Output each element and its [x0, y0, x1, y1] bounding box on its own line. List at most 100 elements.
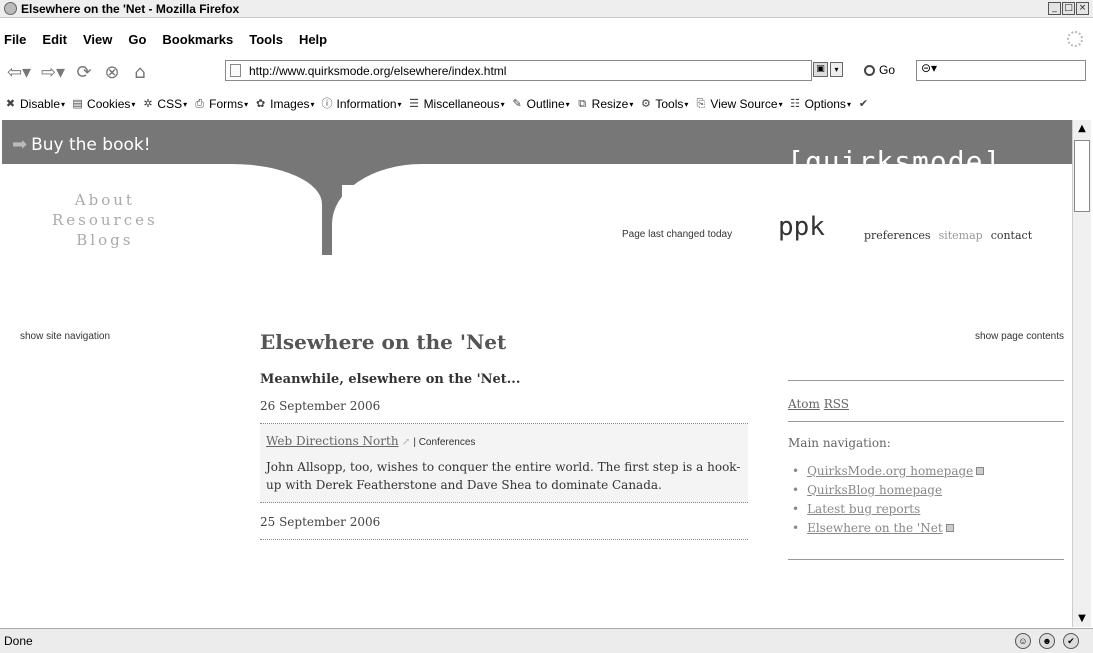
- entry-link[interactable]: Web Directions North: [266, 434, 399, 448]
- disable-icon: ✖: [5, 97, 16, 110]
- devbar-css[interactable]: ✲ CSS ▾: [141, 97, 187, 111]
- outline-icon: ✎: [512, 97, 522, 110]
- scroll-up-icon[interactable]: ▲: [1073, 120, 1091, 137]
- status-bar: Done ☺ ☻ ✔: [0, 628, 1093, 653]
- home-icon[interactable]: ⌂: [126, 60, 154, 84]
- latest-bug-reports-link[interactable]: Latest bug reports: [807, 502, 920, 516]
- page-intro: Meanwhile, elsewhere on the 'Net...: [260, 372, 521, 387]
- quirksmode-homepage-link[interactable]: QuirksMode.org homepage: [807, 464, 973, 478]
- feed-links: Atom RSS: [788, 381, 1064, 422]
- resize-icon: ⧉: [578, 97, 587, 110]
- feed-icon[interactable]: ▣: [813, 62, 828, 77]
- validation-icon[interactable]: ✔: [857, 98, 873, 111]
- throbber-icon: [1067, 31, 1083, 47]
- search-input[interactable]: ⊝▾: [916, 60, 1086, 81]
- close-icon[interactable]: ×: [1076, 2, 1089, 15]
- devbar-outline[interactable]: ✎ Outline ▾: [511, 97, 570, 111]
- menu-help[interactable]: Help: [299, 32, 327, 47]
- page-title: Elsewhere on the 'Net: [260, 330, 507, 354]
- entry-body: John Allsopp, too, wishes to conquer the…: [266, 460, 741, 492]
- nav-blogs[interactable]: Blogs: [52, 230, 158, 250]
- title-bar: Elsewhere on the 'Net - Mozilla Firefox …: [0, 0, 1093, 18]
- list-item: QuirksMode.org homepage: [792, 464, 1064, 478]
- menu-file[interactable]: File: [4, 32, 26, 47]
- devbar-options[interactable]: ☷ Options ▾: [789, 97, 851, 111]
- devbar-tools[interactable]: ⚙ Tools ▾: [639, 97, 688, 111]
- main-navigation-heading: Main navigation:: [788, 436, 891, 450]
- check-icon[interactable]: ✔: [1063, 633, 1079, 649]
- page-viewport: ➡ Buy the book! [quirksmode] About Resou…: [2, 120, 1072, 627]
- devbar-information[interactable]: ⓘ Information ▾: [321, 97, 402, 111]
- devbar-resize[interactable]: ⧉ Resize ▾: [576, 97, 633, 111]
- atom-link[interactable]: Atom: [788, 397, 820, 411]
- list-item: QuirksBlog homepage: [792, 483, 1064, 497]
- devbar-cookies[interactable]: ▤ Cookies ▾: [71, 97, 135, 111]
- menu-view[interactable]: View: [83, 32, 112, 47]
- list-item: Elsewhere on the 'Net: [792, 521, 1064, 535]
- top-links: preferences sitemap contact: [864, 229, 1032, 242]
- web-developer-toolbar: ✖ Disable ▾ ▤ Cookies ▾ ✲ CSS ▾ ⎙ Forms ▾ ✿ Image…: [0, 92, 1093, 116]
- header-curve-left: [2, 164, 322, 294]
- options-icon: ☷: [790, 97, 801, 110]
- external-link-icon: [945, 524, 954, 532]
- divider: [788, 559, 1064, 560]
- devbar-view-source[interactable]: ⎘ View Source ▾: [694, 97, 783, 111]
- vertical-scrollbar[interactable]: ▲ ▼: [1072, 120, 1091, 627]
- stop-icon[interactable]: ⊗: [98, 60, 126, 84]
- nav-resources[interactable]: Resources: [52, 210, 158, 230]
- scroll-thumb[interactable]: [1074, 140, 1090, 212]
- entry-category: | Conferences: [413, 437, 476, 448]
- devbar-images[interactable]: ✿ Images ▾: [254, 97, 314, 111]
- miscellaneous-icon: ☰: [409, 97, 419, 110]
- list-item: Latest bug reports: [792, 502, 1064, 516]
- buy-book-link[interactable]: ➡ Buy the book!: [12, 134, 151, 155]
- page-contents-column: Atom RSS Main navigation: QuirksMode.org…: [788, 380, 1064, 560]
- cookies-icon: ▤: [72, 97, 83, 110]
- view-source-icon: ⎘: [696, 97, 706, 110]
- smiley-icon[interactable]: ☻: [1039, 633, 1055, 649]
- url-dropdown-icon[interactable]: ▾: [830, 62, 843, 77]
- reload-icon[interactable]: ⟳: [70, 60, 98, 84]
- search-engine-icon[interactable]: ⊝▾: [921, 61, 937, 75]
- firefox-status-icon[interactable]: ☺: [1015, 633, 1031, 649]
- menu-bookmarks[interactable]: Bookmarks: [162, 32, 233, 47]
- quirksmode-logo[interactable]: [quirksmode]: [787, 145, 1001, 178]
- contact-link[interactable]: contact: [991, 229, 1032, 242]
- sitemap-link[interactable]: sitemap: [939, 229, 983, 242]
- show-site-navigation-link[interactable]: show site navigation: [20, 331, 110, 342]
- menu-tools[interactable]: Tools: [249, 32, 283, 47]
- devbar-disable[interactable]: ✖ Disable ▾: [4, 97, 65, 111]
- page-icon: [230, 64, 241, 77]
- quirksblog-homepage-link[interactable]: QuirksBlog homepage: [807, 483, 942, 497]
- preferences-link[interactable]: preferences: [864, 229, 931, 242]
- window-controls: _ □ ×: [1048, 2, 1089, 15]
- rss-link[interactable]: RSS: [824, 397, 849, 411]
- main-content: Elsewhere on the 'Net Meanwhile, elsewhe…: [260, 330, 748, 540]
- entry-header: Web Directions North ↗ | Conferences: [266, 434, 742, 448]
- url-text[interactable]: http://www.quirksmode.org/elsewhere/inde…: [249, 64, 506, 78]
- maximize-icon[interactable]: □: [1062, 2, 1075, 15]
- ppk-logo[interactable]: ppk: [778, 212, 825, 242]
- arrow-right-icon: ➡: [12, 134, 28, 155]
- back-arrow-icon[interactable]: ⇦▾: [2, 60, 36, 84]
- elsewhere-link[interactable]: Elsewhere on the 'Net: [807, 521, 943, 535]
- tools-icon: ⚙: [640, 97, 651, 110]
- show-page-contents-link[interactable]: show page contents: [975, 331, 1064, 342]
- nav-about[interactable]: About: [52, 190, 158, 210]
- external-link-icon: [976, 467, 985, 475]
- go-button[interactable]: Go: [864, 63, 895, 77]
- forward-arrow-icon[interactable]: ⇨▾: [36, 60, 70, 84]
- css-icon: ✲: [143, 97, 153, 110]
- forms-icon: ⎙: [195, 97, 205, 110]
- information-icon: ⓘ: [321, 97, 333, 110]
- scroll-down-icon[interactable]: ▼: [1073, 610, 1091, 627]
- menu-edit[interactable]: Edit: [42, 32, 67, 47]
- url-bar[interactable]: http://www.quirksmode.org/elsewhere/inde…: [225, 60, 812, 81]
- devbar-forms[interactable]: ⎙ Forms ▾: [193, 97, 248, 111]
- menu-go[interactable]: Go: [128, 32, 146, 47]
- devbar-miscellaneous[interactable]: ☰ Miscellaneous ▾: [408, 97, 505, 111]
- status-icons: ☺ ☻ ✔: [1015, 633, 1079, 649]
- images-icon: ✿: [256, 97, 266, 110]
- minimize-icon[interactable]: _: [1048, 2, 1061, 15]
- site-navigation: About Resources Blogs: [52, 190, 158, 250]
